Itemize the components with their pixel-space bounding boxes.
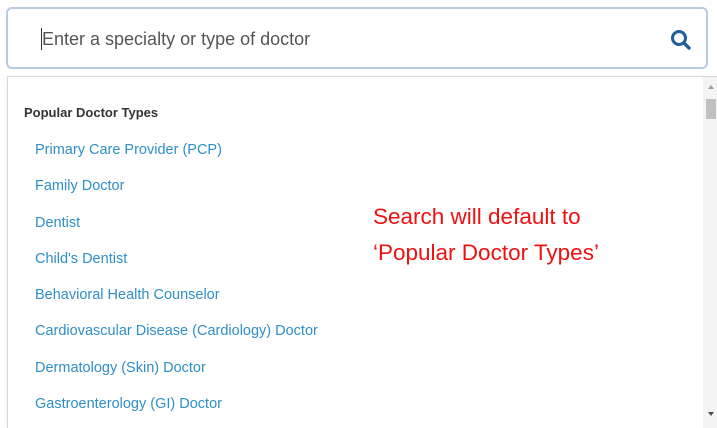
- annotation-line-1: Search will default to: [373, 204, 581, 229]
- list-item-dermatology-doctor[interactable]: Dermatology (Skin) Doctor: [35, 357, 318, 393]
- scroll-down-arrow-icon[interactable]: [703, 406, 717, 422]
- annotation-callout: Search will default to ‘Popular Doctor T…: [373, 199, 599, 271]
- list-item-cardiology-doctor[interactable]: Cardiovascular Disease (Cardiology) Doct…: [35, 320, 318, 356]
- list-item-behavioral-health-counselor[interactable]: Behavioral Health Counselor: [35, 284, 318, 320]
- list-item-primary-care-provider[interactable]: Primary Care Provider (PCP): [35, 139, 318, 175]
- doctor-type-list: Primary Care Provider (PCP) Family Docto…: [35, 139, 318, 428]
- search-icon: [671, 30, 691, 50]
- specialty-search-input[interactable]: [42, 23, 642, 55]
- scroll-up-arrow-icon[interactable]: [703, 79, 717, 95]
- list-item-family-doctor[interactable]: Family Doctor: [35, 175, 318, 211]
- suggestions-dropdown: Popular Doctor Types Primary Care Provid…: [7, 76, 717, 428]
- scrollbar-thumb[interactable]: [706, 99, 716, 119]
- search-button[interactable]: [668, 27, 694, 53]
- vertical-scrollbar[interactable]: [703, 77, 717, 428]
- list-item-gastroenterology-doctor[interactable]: Gastroenterology (GI) Doctor: [35, 393, 318, 428]
- search-box[interactable]: [6, 7, 708, 69]
- annotation-line-2: ‘Popular Doctor Types’: [373, 240, 599, 265]
- section-header-popular-doctor-types: Popular Doctor Types: [24, 105, 159, 120]
- list-item-childs-dentist[interactable]: Child's Dentist: [35, 248, 318, 284]
- list-item-dentist[interactable]: Dentist: [35, 212, 318, 248]
